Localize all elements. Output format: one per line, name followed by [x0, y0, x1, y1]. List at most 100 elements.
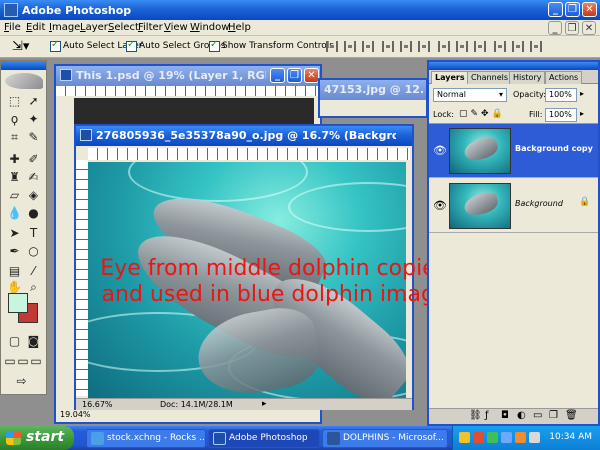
doc-title-bar[interactable]: This 1.psd @ 19% (Layer 1, RGB/8) _ ❐ ✕	[56, 66, 320, 86]
new-group-icon[interactable]: ▭	[533, 410, 542, 421]
align-right-icon[interactable]	[418, 41, 430, 52]
tray-icon[interactable]	[459, 432, 470, 443]
adjustment-layer-icon[interactable]: ◐	[517, 410, 526, 421]
history-brush-icon[interactable]: ✍	[25, 169, 42, 186]
distribute-hcenter-icon[interactable]	[512, 41, 524, 52]
tray-icon[interactable]	[501, 432, 512, 443]
eye-icon[interactable]: 👁	[433, 144, 447, 157]
tab-layers[interactable]: Layers	[431, 71, 469, 84]
magic-wand-icon[interactable]: ✦	[25, 111, 42, 128]
clock[interactable]: 10:34 AM	[549, 432, 592, 442]
task-stock-xchng[interactable]: stock.xchng - Rocks ...	[86, 429, 206, 448]
layer-row-background-copy[interactable]: 👁 Background copy	[429, 124, 598, 178]
eye-icon[interactable]: 👁	[433, 199, 447, 212]
menu-window[interactable]: Window	[190, 22, 229, 33]
doc-minimize-button[interactable]: _	[548, 21, 562, 35]
marquee-tool-icon[interactable]: ⬚	[6, 93, 23, 110]
opacity-arrow-icon[interactable]: ▸	[580, 89, 584, 98]
type-tool-icon[interactable]: T	[25, 225, 42, 242]
distribute-right-icon[interactable]	[530, 41, 542, 52]
show-transform-controls-checkbox[interactable]	[209, 39, 220, 52]
align-left-icon[interactable]	[382, 41, 394, 52]
doc-restore-button[interactable]: ❐	[565, 21, 579, 35]
slice-tool-icon[interactable]: ✎	[25, 129, 42, 146]
zoom-readout[interactable]: 19.04%	[60, 410, 91, 419]
auto-select-groups-checkbox[interactable]	[126, 39, 137, 52]
fill-arrow-icon[interactable]: ▸	[580, 109, 584, 118]
doc-title-bar[interactable]: 47153.jpg @ 12...	[320, 80, 426, 100]
screen-mode-2-icon[interactable]: ▭	[17, 353, 29, 370]
lasso-tool-icon[interactable]: ϙ	[6, 111, 23, 128]
fill-input[interactable]: 100%	[545, 108, 577, 122]
menu-layer[interactable]: Layer	[80, 22, 108, 33]
doc-close-button[interactable]: ✕	[582, 21, 596, 35]
align-bottom-icon[interactable]	[362, 41, 374, 52]
doc-close-button[interactable]: ✕	[304, 68, 319, 83]
distribute-top-icon[interactable]	[438, 41, 450, 52]
menu-filter[interactable]: Filter	[138, 22, 163, 33]
blend-mode-select[interactable]: Normal ▾	[433, 88, 507, 102]
paint-bucket-icon[interactable]: ◈	[25, 187, 42, 204]
align-top-icon[interactable]	[326, 41, 338, 52]
standard-mode-icon[interactable]: ▢	[6, 333, 23, 350]
quickmask-mode-icon[interactable]: ◙	[25, 333, 42, 350]
align-hcenter-icon[interactable]	[400, 41, 412, 52]
shape-tool-icon[interactable]: ○	[25, 243, 42, 260]
menu-view[interactable]: View	[164, 22, 188, 33]
tray-icon[interactable]	[473, 432, 484, 443]
maximize-button[interactable]: ❐	[565, 2, 580, 17]
link-layers-icon[interactable]: ⛓	[469, 410, 482, 421]
healing-brush-icon[interactable]: ✚	[6, 151, 23, 168]
start-button[interactable]: start	[0, 426, 74, 450]
tab-history[interactable]: History	[509, 71, 546, 84]
tray-icon[interactable]	[487, 432, 498, 443]
clone-stamp-icon[interactable]: ♜	[6, 169, 23, 186]
foreground-color-swatch[interactable]	[8, 293, 28, 313]
volume-icon[interactable]	[529, 432, 540, 443]
doc-window-47153[interactable]: 47153.jpg @ 12...	[318, 78, 428, 118]
path-select-icon[interactable]: ➤	[6, 225, 23, 242]
photoshop-feather-icon[interactable]	[5, 73, 43, 89]
layer-row-background[interactable]: 👁 Background 🔒	[429, 179, 598, 233]
trash-icon[interactable]: 🗑	[565, 410, 578, 421]
palette-header[interactable]	[429, 62, 598, 70]
minimize-button[interactable]: _	[548, 2, 563, 17]
brush-tool-icon[interactable]: ✐	[25, 151, 42, 168]
task-dolphins-word[interactable]: DOLPHINS - Microsof...	[322, 429, 448, 448]
task-adobe-photoshop[interactable]: Adobe Photoshop	[208, 429, 320, 448]
distribute-bottom-icon[interactable]	[474, 41, 486, 52]
doc-maximize-button[interactable]: ❐	[287, 68, 302, 83]
menu-file[interactable]: File	[4, 22, 21, 33]
tab-actions[interactable]: Actions	[545, 71, 583, 84]
opacity-input[interactable]: 100%	[545, 88, 577, 102]
blur-tool-icon[interactable]: 💧	[6, 205, 23, 222]
menu-edit[interactable]: Edit	[26, 22, 45, 33]
crop-tool-icon[interactable]: ⌗	[6, 129, 23, 146]
pen-tool-icon[interactable]: ✒	[6, 243, 23, 260]
screen-mode-3-icon[interactable]: ▭	[30, 353, 42, 370]
status-arrow-icon[interactable]: ▸	[262, 399, 267, 409]
move-tool-icon[interactable]: ⇲▾	[12, 39, 29, 54]
doc-title-bar[interactable]: 276805936_5e35378a90_o.jpg @ 16.7% (Back…	[76, 126, 412, 146]
eraser-tool-icon[interactable]: ▱	[6, 187, 23, 204]
distribute-vcenter-icon[interactable]	[456, 41, 468, 52]
jump-to-imageready-icon[interactable]: ⇨	[13, 373, 30, 390]
layer-mask-icon[interactable]: ◘	[501, 410, 509, 421]
zoom-readout[interactable]: 16.67%	[82, 400, 113, 409]
tray-icon[interactable]	[515, 432, 526, 443]
close-button[interactable]: ✕	[582, 2, 597, 17]
notes-tool-icon[interactable]: ▤	[6, 263, 23, 280]
menu-image[interactable]: Image	[49, 22, 80, 33]
tab-channels[interactable]: Channels	[467, 71, 513, 84]
menu-select[interactable]: Select	[108, 22, 139, 33]
eyedropper-icon[interactable]: ⁄	[25, 263, 42, 280]
align-vcenter-icon[interactable]	[344, 41, 356, 52]
layer-style-icon[interactable]: ƒ	[485, 410, 489, 421]
screen-mode-1-icon[interactable]: ▭	[4, 353, 16, 370]
dodge-tool-icon[interactable]: ●	[25, 205, 42, 222]
doc-minimize-button[interactable]: _	[270, 68, 285, 83]
lock-icons[interactable]: ▢✎✥🔒	[459, 109, 506, 119]
toolbox-header[interactable]	[1, 61, 46, 70]
new-layer-icon[interactable]: ❐	[549, 410, 558, 421]
menu-help[interactable]: Help	[228, 22, 251, 33]
